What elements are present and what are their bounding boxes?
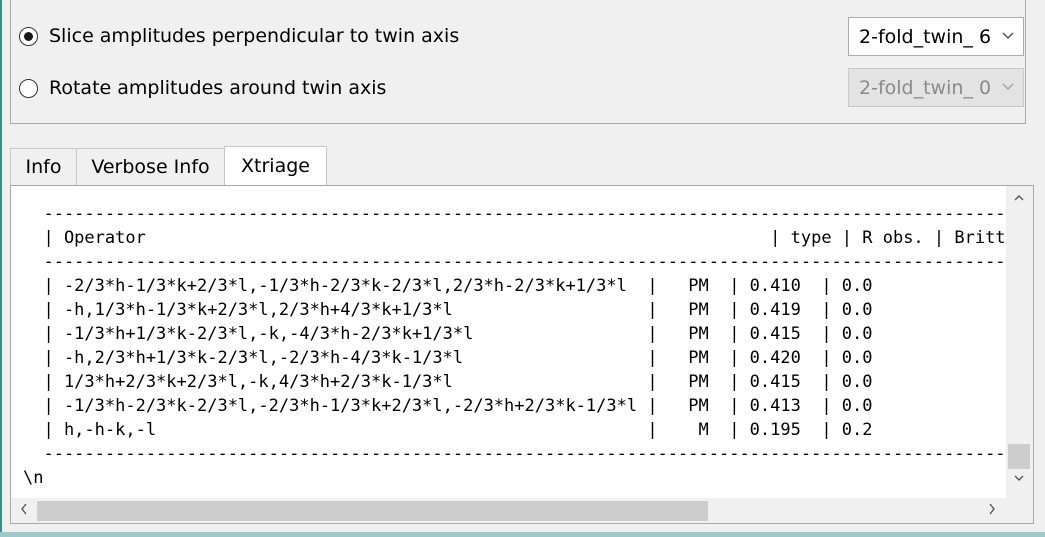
log-line: | -1/3*h-2/3*k-2/3*l,-2/3*h-1/3*k+2/3*l,… bbox=[23, 396, 873, 416]
triangle-left-icon[interactable] bbox=[18, 501, 30, 521]
rotate-amplitudes-option[interactable]: Rotate amplitudes around twin axis bbox=[19, 73, 386, 103]
log-line: | -h,2/3*h+1/3*k-2/3*l,-2/3*h-4/3*k-1/3*… bbox=[23, 348, 873, 368]
vertical-scroll-thumb[interactable] bbox=[1008, 444, 1030, 469]
slice-twin-operator-value: 2-fold_twin_ 6 bbox=[859, 25, 992, 48]
log-line: \n bbox=[23, 468, 44, 488]
rotate-twin-operator-select: 2-fold_twin_ 0 bbox=[848, 68, 1024, 107]
triangle-right-icon[interactable] bbox=[986, 501, 998, 521]
horizontal-scroll-thumb[interactable] bbox=[37, 501, 708, 521]
slice-amplitudes-radio[interactable] bbox=[19, 26, 38, 46]
log-line: | -1/3*h+1/3*k-2/3*l,-k,-4/3*h-2/3*k+1/3… bbox=[23, 324, 873, 344]
twin-options-group: Slice amplitudes perpendicular to twin a… bbox=[10, 0, 1026, 124]
chevron-down-icon bbox=[1002, 26, 1014, 48]
output-tabs: Info Verbose Info Xtriage bbox=[10, 146, 327, 186]
tab-xtriage[interactable]: Xtriage bbox=[224, 146, 327, 185]
log-line: ----------------------------------------… bbox=[43, 204, 1013, 224]
xtriage-log-text: ----------------------------------------… bbox=[23, 202, 1013, 502]
log-line: ----------------------------------------… bbox=[43, 252, 1013, 272]
log-line: | h,-h-k,-l | M | 0.195 | 0.2 bbox=[23, 420, 873, 440]
log-line: ----------------------------------------… bbox=[43, 444, 1013, 464]
tab-verbose-info[interactable]: Verbose Info bbox=[76, 148, 225, 185]
log-line: | -h,1/3*h-1/3*k+2/3*l,2/3*h+4/3*k+1/3*l… bbox=[23, 300, 873, 320]
vertical-scrollbar[interactable] bbox=[1006, 186, 1033, 498]
chevron-down-icon bbox=[1002, 77, 1014, 99]
window-bottom-edge bbox=[0, 532, 1045, 537]
tab-info[interactable]: Info bbox=[10, 148, 77, 185]
horizontal-scrollbar[interactable] bbox=[11, 498, 1033, 523]
triangle-down-icon[interactable] bbox=[1013, 472, 1025, 488]
window-edge bbox=[0, 0, 2, 537]
slice-twin-operator-select[interactable]: 2-fold_twin_ 6 bbox=[848, 17, 1024, 56]
log-line: | -2/3*h-1/3*k+2/3*l,-1/3*h-2/3*k-2/3*l,… bbox=[23, 276, 873, 296]
rotate-amplitudes-label: Rotate amplitudes around twin axis bbox=[49, 77, 387, 99]
slice-amplitudes-label: Slice amplitudes perpendicular to twin a… bbox=[49, 25, 460, 47]
log-line: | Operator | type | R obs. | Britton alp… bbox=[23, 228, 1013, 248]
slice-amplitudes-option[interactable]: Slice amplitudes perpendicular to twin a… bbox=[19, 21, 459, 51]
triangle-up-icon[interactable] bbox=[1013, 192, 1025, 208]
rotate-amplitudes-radio[interactable] bbox=[19, 78, 38, 98]
xtriage-output-pane[interactable]: ----------------------------------------… bbox=[10, 185, 1034, 524]
log-line: | 1/3*h+2/3*k+2/3*l,-k,4/3*h+2/3*k-1/3*l… bbox=[23, 372, 873, 392]
rotate-twin-operator-value: 2-fold_twin_ 0 bbox=[859, 76, 992, 99]
